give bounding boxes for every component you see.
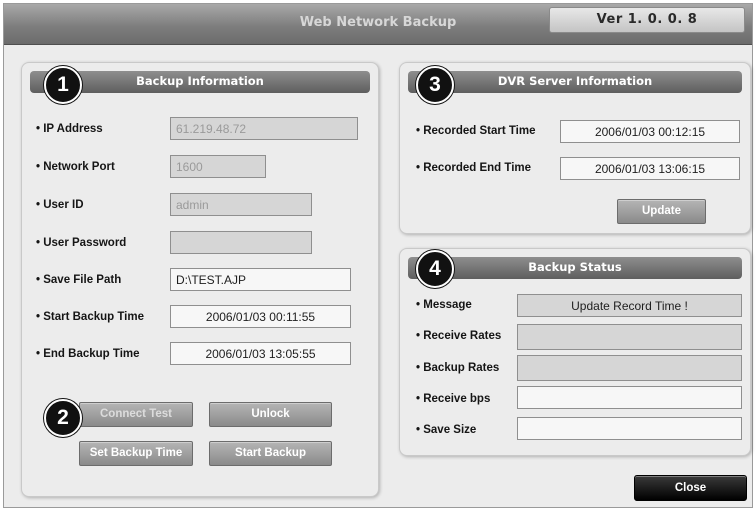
user-id-field[interactable]: admin — [170, 193, 312, 216]
recorded-start-time-label: Recorded Start Time — [416, 125, 535, 137]
dvr-server-information-header: DVR Server Information — [408, 71, 742, 93]
network-port-label: Network Port — [36, 161, 115, 173]
step-3-badge: 3 — [416, 66, 454, 104]
step-2-badge: 2 — [44, 399, 82, 437]
start-backup-button[interactable]: Start Backup — [209, 441, 332, 466]
recorded-start-time-field: 2006/01/03 00:12:15 — [560, 120, 740, 143]
end-backup-time-label: End Backup Time — [36, 348, 139, 360]
version-label: Ver 1. 0. 0. 8 — [596, 12, 698, 27]
receive-rates-bar — [517, 324, 742, 350]
save-file-path-field[interactable]: D:\TEST.AJP — [170, 268, 351, 291]
backup-status-title: Backup Status — [528, 260, 622, 274]
backup-rates-bar — [517, 355, 742, 381]
backup-rates-label: Backup Rates — [416, 362, 499, 374]
user-id-label: User ID — [36, 199, 83, 211]
unlock-button[interactable]: Unlock — [209, 402, 332, 427]
save-file-path-label: Save File Path — [36, 274, 121, 286]
set-backup-time-button[interactable]: Set Backup Time — [79, 441, 193, 466]
ip-address-field[interactable]: 61.219.48.72 — [170, 117, 358, 140]
ip-address-label: IP Address — [36, 123, 102, 135]
user-password-label: User Password — [36, 237, 126, 249]
app-window: Web Network Backup Ver 1. 0. 0. 8 Backup… — [3, 3, 753, 508]
receive-rates-label: Receive Rates — [416, 330, 501, 342]
backup-status-header: Backup Status — [408, 257, 742, 279]
end-backup-time-field[interactable]: 2006/01/03 13:05:55 — [170, 342, 351, 365]
receive-bps-field — [517, 386, 742, 409]
connect-test-button[interactable]: Connect Test — [79, 402, 193, 427]
step-1-badge: 1 — [44, 66, 82, 104]
close-button[interactable]: Close — [634, 475, 747, 501]
dvr-server-information-title: DVR Server Information — [497, 74, 653, 88]
recorded-end-time-field: 2006/01/03 13:06:15 — [560, 157, 740, 180]
backup-status-panel: Backup Status Message Update Record Time… — [399, 248, 751, 456]
network-port-field[interactable]: 1600 — [170, 155, 266, 178]
title-bar: Web Network Backup Ver 1. 0. 0. 8 — [4, 4, 752, 45]
recorded-end-time-label: Recorded End Time — [416, 162, 531, 174]
receive-bps-label: Receive bps — [416, 393, 490, 405]
save-size-label: Save Size — [416, 424, 476, 436]
update-button[interactable]: Update — [617, 199, 706, 224]
start-backup-time-field[interactable]: 2006/01/03 00:11:55 — [170, 305, 351, 328]
save-size-field — [517, 417, 742, 440]
message-field: Update Record Time ! — [517, 294, 742, 317]
user-password-field[interactable] — [170, 231, 312, 254]
start-backup-time-label: Start Backup Time — [36, 311, 144, 323]
version-badge: Ver 1. 0. 0. 8 — [549, 7, 745, 33]
message-label: Message — [416, 299, 472, 311]
step-4-badge: 4 — [416, 250, 454, 288]
